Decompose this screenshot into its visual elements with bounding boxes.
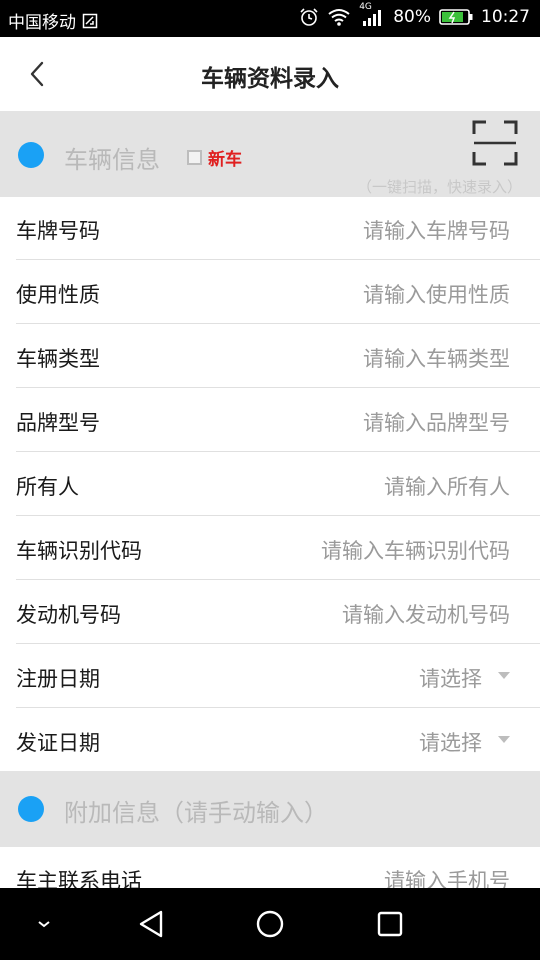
scan-icon [472, 120, 518, 166]
field-row-vehicle-type[interactable]: 车辆类型 请输入车辆类型 [0, 325, 540, 388]
field-label: 发证日期 [16, 731, 100, 755]
battery-icon [439, 8, 473, 26]
home-circle-icon [256, 910, 284, 938]
extra-info-section-header: 附加信息（请手动输入） [0, 771, 540, 847]
field-label: 车辆类型 [16, 347, 100, 371]
new-car-label: 新车 [208, 150, 242, 170]
hide-keyboard-icon [38, 921, 50, 928]
field-label: 品牌型号 [16, 411, 100, 435]
wifi-icon [327, 8, 351, 26]
nav-home-button[interactable] [248, 902, 292, 946]
field-row-vin[interactable]: 车辆识别代码 请输入车辆识别代码 [0, 517, 540, 580]
status-right: 4G 80% 10:27 [299, 2, 530, 27]
extra-info-title: 附加信息（请手动输入） [64, 799, 328, 827]
nav-back-button[interactable] [129, 902, 173, 946]
scan-button[interactable] [472, 120, 518, 166]
vehicle-info-title: 车辆信息 [64, 146, 160, 174]
divider [16, 643, 540, 644]
divider [16, 451, 540, 452]
issue-date-select[interactable]: 请选择 [419, 727, 482, 757]
field-label: 使用性质 [16, 283, 100, 307]
page-title: 车辆资料录入 [201, 66, 339, 92]
usage-nature-input[interactable]: 请输入使用性质 [363, 279, 510, 309]
field-label: 所有人 [16, 475, 79, 499]
divider [16, 707, 540, 708]
new-car-toggle[interactable]: 新车 [187, 145, 242, 170]
owner-input[interactable]: 请输入所有人 [384, 471, 510, 501]
field-row-engine-number[interactable]: 发动机号码 请输入发动机号码 [0, 581, 540, 644]
dropdown-arrow-icon [498, 672, 510, 679]
signal-icon: 4G [359, 2, 385, 26]
system-nav-bar [0, 888, 540, 960]
plate-number-input[interactable]: 请输入车牌号码 [363, 215, 510, 245]
dropdown-arrow-icon [498, 736, 510, 743]
title-bar: 车辆资料录入 [0, 37, 540, 111]
network-type: 4G [359, 2, 372, 12]
section-dot-icon [18, 142, 44, 168]
vehicle-type-input[interactable]: 请输入车辆类型 [363, 343, 510, 373]
new-car-checkbox[interactable] [187, 150, 202, 165]
field-label: 注册日期 [16, 667, 100, 691]
field-row-owner[interactable]: 所有人 请输入所有人 [0, 453, 540, 516]
field-label: 车牌号码 [16, 219, 100, 243]
carrier-name: 中国移动 [8, 13, 76, 33]
nav-recents-button[interactable] [368, 902, 412, 946]
battery-percent: 80% [393, 7, 431, 27]
section-dot-icon [18, 796, 44, 822]
divider [16, 515, 540, 516]
engine-number-input[interactable]: 请输入发动机号码 [342, 599, 510, 629]
scan-hint: （一键扫描，快速录入） [356, 178, 522, 196]
status-bar: 中国移动 4G 80% 10:27 [0, 0, 540, 37]
vin-input[interactable]: 请输入车辆识别代码 [321, 535, 510, 565]
recents-square-icon [377, 911, 403, 937]
field-row-plate-number[interactable]: 车牌号码 请输入车牌号码 [0, 197, 540, 260]
field-label: 车辆识别代码 [16, 539, 142, 563]
register-date-select[interactable]: 请选择 [419, 663, 482, 693]
divider [16, 323, 540, 324]
alarm-icon [299, 7, 319, 27]
field-row-brand-model[interactable]: 品牌型号 请输入品牌型号 [0, 389, 540, 452]
status-left: 中国移动 [8, 8, 98, 33]
back-triangle-icon [139, 910, 163, 938]
field-label: 发动机号码 [16, 603, 121, 627]
divider [16, 259, 540, 260]
sim-icon [82, 13, 98, 29]
field-row-usage-nature[interactable]: 使用性质 请输入使用性质 [0, 261, 540, 324]
clock: 10:27 [481, 7, 530, 27]
divider [16, 387, 540, 388]
vehicle-info-section-header: 车辆信息 新车 （一键扫描，快速录入） [0, 111, 540, 197]
field-row-issue-date[interactable]: 发证日期 请选择 [0, 709, 540, 772]
hide-keyboard-button[interactable] [22, 902, 66, 946]
brand-model-input[interactable]: 请输入品牌型号 [363, 407, 510, 437]
divider [16, 579, 540, 580]
field-row-register-date[interactable]: 注册日期 请选择 [0, 645, 540, 708]
